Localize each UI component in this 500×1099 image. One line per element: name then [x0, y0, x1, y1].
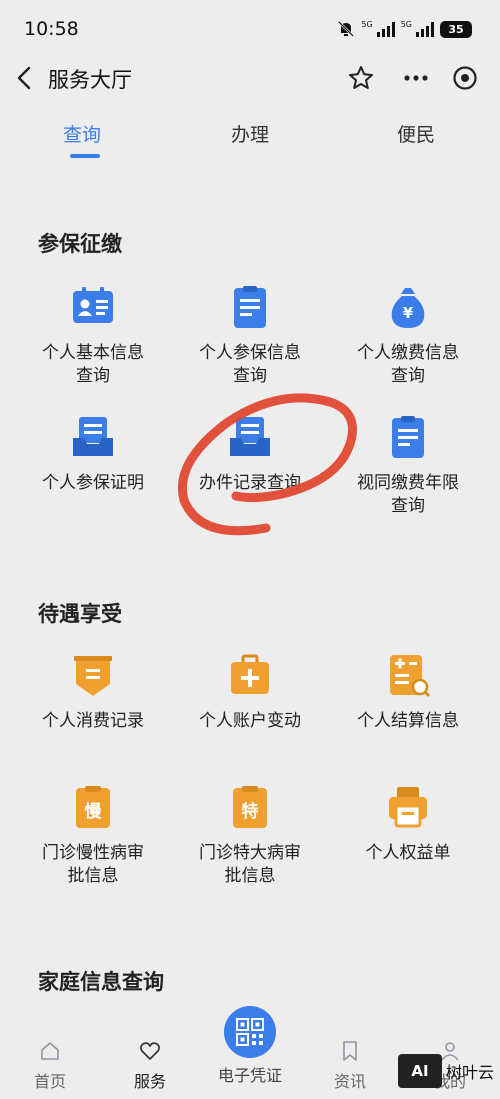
svg-text:¥: ¥ — [403, 304, 414, 322]
section-title-benefits: 待遇享受 — [38, 602, 122, 626]
tile-label: 个人参保证明 — [42, 473, 144, 493]
tile-label: 个人消费记录 — [42, 711, 144, 731]
bottom-nav-label: 服务 — [133, 1072, 166, 1091]
receipt-icon — [74, 656, 112, 696]
watermark-text: 树叶云 — [446, 1063, 495, 1082]
bottom-nav-news[interactable]: 资讯 — [315, 1040, 385, 1092]
sim2-label: 5G — [400, 20, 412, 29]
bottom-nav-label: 资讯 — [333, 1072, 366, 1091]
special-card-icon: 特 — [233, 786, 267, 828]
money-bag-icon: ¥ — [391, 288, 425, 328]
tile-personal-basic-info[interactable]: 个人基本信息查询 — [28, 284, 158, 388]
home-icon — [41, 1042, 59, 1060]
tile-label: 个人缴费信息查询 — [357, 343, 459, 386]
tile-label: 个人参保信息查询 — [199, 343, 301, 386]
tile-chronic-disease-approval[interactable]: 慢 门诊慢性病审批信息 — [28, 784, 158, 888]
status-icons: 5G 5G 35 — [337, 20, 472, 38]
bookmark-icon — [343, 1041, 357, 1061]
id-card-icon — [73, 287, 113, 323]
tile-case-record-query[interactable]: 办件记录查询 — [185, 414, 315, 495]
tile-personal-rights-statement[interactable]: 个人权益单 — [343, 784, 473, 865]
e-voucher-button[interactable] — [224, 1006, 276, 1058]
section-title-family: 家庭信息查询 — [38, 970, 164, 994]
e-voucher-label: 电子凭证 — [217, 1066, 282, 1085]
tab-convenience[interactable]: 便民 — [356, 120, 476, 147]
calculator-icon — [390, 655, 431, 698]
chronic-card-icon: 慢 — [76, 786, 110, 828]
tile-settlement-info[interactable]: 个人结算信息 — [343, 652, 473, 733]
tile-deemed-payment-years[interactable]: 视同缴费年限查询 — [343, 414, 473, 518]
bottom-nav-services[interactable]: 服务 — [115, 1040, 185, 1092]
tile-major-disease-approval[interactable]: 特 门诊特大病审批信息 — [185, 784, 315, 888]
more-icon[interactable] — [402, 65, 430, 91]
tile-label: 个人基本信息查询 — [42, 343, 144, 386]
tab-handle[interactable]: 办理 — [190, 120, 310, 147]
mute-bell-icon — [338, 21, 355, 37]
watermark-logo: AI — [398, 1054, 442, 1088]
tile-label: 视同缴费年限查询 — [357, 473, 459, 516]
qr-code-icon — [236, 1018, 264, 1046]
back-arrow-icon[interactable] — [14, 64, 36, 92]
tile-label: 办件记录查询 — [199, 473, 301, 493]
status-bar: 10:58 5G 5G 35 — [0, 0, 500, 56]
svg-text:特: 特 — [242, 801, 259, 822]
watermark: AI 树叶云 — [398, 1052, 498, 1090]
tile-label: 个人账户变动 — [199, 711, 301, 731]
tab-indicator — [70, 154, 100, 158]
heart-icon — [140, 1042, 160, 1060]
sim1-label: 5G — [361, 20, 373, 29]
document-icon — [392, 416, 424, 458]
status-time: 10:58 — [24, 18, 79, 40]
medical-kit-icon — [231, 654, 269, 694]
bottom-nav-label: 首页 — [33, 1072, 66, 1091]
section-title-enrollment: 参保征缴 — [38, 232, 122, 256]
tile-personal-insurance-info[interactable]: 个人参保信息查询 — [185, 284, 315, 388]
bottom-nav-home[interactable]: 首页 — [15, 1040, 85, 1092]
signal-icon — [416, 21, 434, 37]
inbox-tray-icon — [73, 417, 113, 456]
tile-personal-consumption[interactable]: 个人消费记录 — [28, 652, 158, 733]
battery-icon: 35 — [440, 20, 472, 38]
inbox-tray-icon — [230, 417, 270, 456]
tab-query[interactable]: 查询 — [22, 120, 142, 147]
document-icon — [234, 286, 266, 328]
tab-bar: 查询 办理 便民 — [0, 120, 500, 164]
svg-text:慢: 慢 — [85, 801, 103, 822]
printer-icon — [389, 787, 427, 828]
tile-personal-payment-info[interactable]: ¥ 个人缴费信息查询 — [343, 284, 473, 388]
tile-personal-insurance-proof[interactable]: 个人参保证明 — [28, 414, 158, 495]
tile-label: 门诊慢性病审批信息 — [42, 843, 144, 886]
signal-icon — [376, 21, 395, 37]
tile-label: 个人权益单 — [365, 843, 451, 863]
page-title: 服务大厅 — [48, 68, 132, 92]
close-miniprogram-icon[interactable] — [452, 65, 478, 91]
tile-label: 个人结算信息 — [357, 711, 459, 731]
tile-account-change[interactable]: 个人账户变动 — [185, 652, 315, 733]
tile-label: 门诊特大病审批信息 — [199, 843, 301, 886]
star-icon[interactable] — [348, 65, 374, 91]
nav-bar: 服务大厅 — [0, 56, 500, 102]
